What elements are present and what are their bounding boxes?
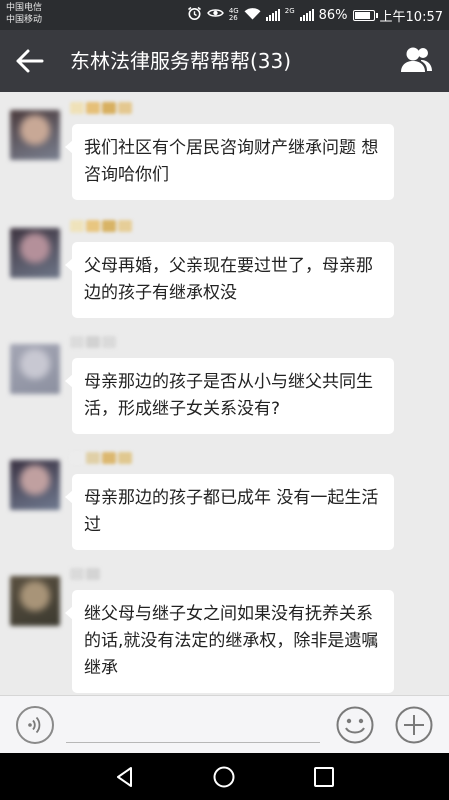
battery-percent: 86%	[318, 7, 348, 23]
circle-home-icon	[213, 766, 235, 788]
avatar[interactable]	[10, 110, 60, 160]
avatar[interactable]	[10, 460, 60, 510]
sender-name-blurred	[70, 452, 132, 466]
network-type-label: 4G 26	[228, 7, 239, 22]
message-bubble[interactable]: 我们社区有个居民咨询财产继承问题 想咨询哈你们	[65, 124, 394, 200]
group-members-button[interactable]	[399, 45, 435, 75]
nav-recent-button[interactable]	[313, 766, 335, 788]
message-bubble[interactable]: 母亲那边的孩子都已成年 没有一起生活过	[65, 474, 394, 550]
message-input[interactable]	[66, 742, 320, 743]
sender-name-blurred	[70, 220, 132, 234]
eye-icon	[206, 7, 224, 23]
arrow-left-icon	[16, 49, 44, 73]
emoji-button[interactable]	[335, 705, 375, 745]
back-button[interactable]	[14, 47, 46, 75]
signal2-icon	[299, 9, 314, 21]
message-list[interactable]: 我们社区有个居民咨询财产继承问题 想咨询哈你们 父母再婚，父亲现在要过世了，母亲…	[0, 92, 449, 695]
carrier-2: 中国移动	[6, 15, 43, 25]
message-bubble[interactable]: 母亲那边的孩子是否从小与继父共同生活，形成继子女关系没有?	[65, 358, 394, 434]
clock: 上午10:57	[379, 9, 443, 25]
carrier-1: 中国电信	[6, 3, 43, 13]
message-bubble[interactable]: 父母再婚，父亲现在要过世了，母亲那边的孩子有继承权没	[65, 242, 394, 318]
sender-name-blurred	[70, 336, 116, 350]
avatar[interactable]	[10, 228, 60, 278]
signal-icon	[265, 9, 280, 21]
alarm-icon	[187, 6, 202, 25]
people-icon	[401, 47, 432, 72]
message-bubble[interactable]: 继父母与继子女之间如果没有抚养关系的话,就没有法定的继承权，除非是遗嘱继承	[65, 590, 394, 693]
status-bar: 中国电信 中国移动 4G 26 2G 86% 上午10:57	[0, 0, 449, 30]
sender-name-blurred	[70, 568, 100, 582]
sender-name-blurred	[70, 102, 132, 116]
wifi-icon	[244, 7, 261, 24]
system-nav-bar	[0, 753, 449, 800]
chat-title: 东林法律服务帮帮帮(33)	[70, 49, 292, 73]
chat-header: 东林法律服务帮帮帮(33)	[0, 30, 449, 92]
battery-icon	[352, 9, 378, 21]
carrier-labels: 中国电信 中国移动	[6, 2, 42, 26]
plus-icon	[395, 706, 433, 744]
network2-type-label: 2G	[284, 7, 295, 15]
nav-back-button[interactable]	[113, 765, 137, 789]
voice-button[interactable]	[16, 706, 54, 744]
input-bar	[0, 695, 449, 753]
more-button[interactable]	[394, 705, 434, 745]
triangle-back-icon	[117, 767, 132, 787]
voice-icon	[28, 716, 41, 734]
avatar[interactable]	[10, 576, 60, 626]
emoji-icon	[336, 706, 374, 744]
nav-home-button[interactable]	[212, 765, 236, 789]
avatar[interactable]	[10, 344, 60, 394]
status-icons: 4G 26 2G 86% 上午10:57	[187, 6, 443, 25]
square-recent-icon	[314, 767, 334, 787]
